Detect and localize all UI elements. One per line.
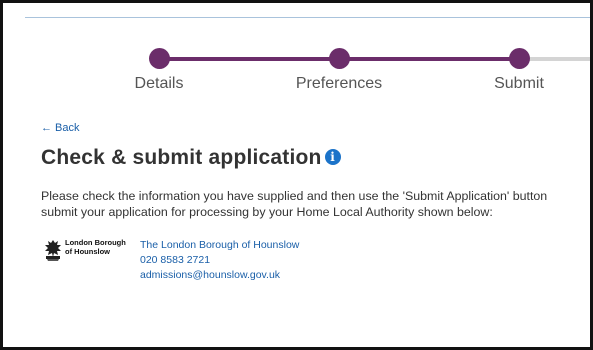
council-logo: London Borough of Hounslow xyxy=(43,238,133,262)
step-marker-submit xyxy=(509,48,530,69)
logo-wordmark: London Borough of Hounslow xyxy=(65,238,126,256)
step-label-details: Details xyxy=(134,75,184,92)
back-link[interactable]: ← Back xyxy=(41,122,79,134)
progress-stepper: Details Preferences Submit xyxy=(3,3,590,103)
step-label-preferences: Preferences xyxy=(295,75,383,92)
step-marker-preferences xyxy=(329,48,350,69)
authority-phone: 020 8583 2721 xyxy=(140,254,211,266)
page-title-text: Check & submit application xyxy=(41,146,322,169)
stepper-track-remaining xyxy=(519,57,590,61)
info-icon[interactable]: i xyxy=(324,149,341,165)
instructions-text: Please check the information you have su… xyxy=(41,188,590,220)
page-frame: Details Preferences Submit ← Back Check &… xyxy=(0,0,593,350)
back-link-label: Back xyxy=(55,122,80,134)
instructions-line-2: submit your application for processing b… xyxy=(41,205,493,219)
arrow-left-icon: ← xyxy=(41,122,52,134)
authority-name: The London Borough of Hounslow xyxy=(140,239,300,251)
logo-line-2: of Hounslow xyxy=(65,247,110,256)
instructions-line-1: Please check the information you have su… xyxy=(41,189,548,203)
logo-line-1: London Borough xyxy=(65,238,126,247)
step-label-submit: Submit xyxy=(494,75,544,92)
page-title: Check & submit application i xyxy=(41,146,341,170)
step-marker-details xyxy=(149,48,170,69)
authority-contact: The London Borough of Hounslow 020 8583 … xyxy=(140,238,299,283)
authority-email-link[interactable]: admissions@hounslow.gov.uk xyxy=(140,268,299,283)
crest-icon xyxy=(45,240,61,261)
